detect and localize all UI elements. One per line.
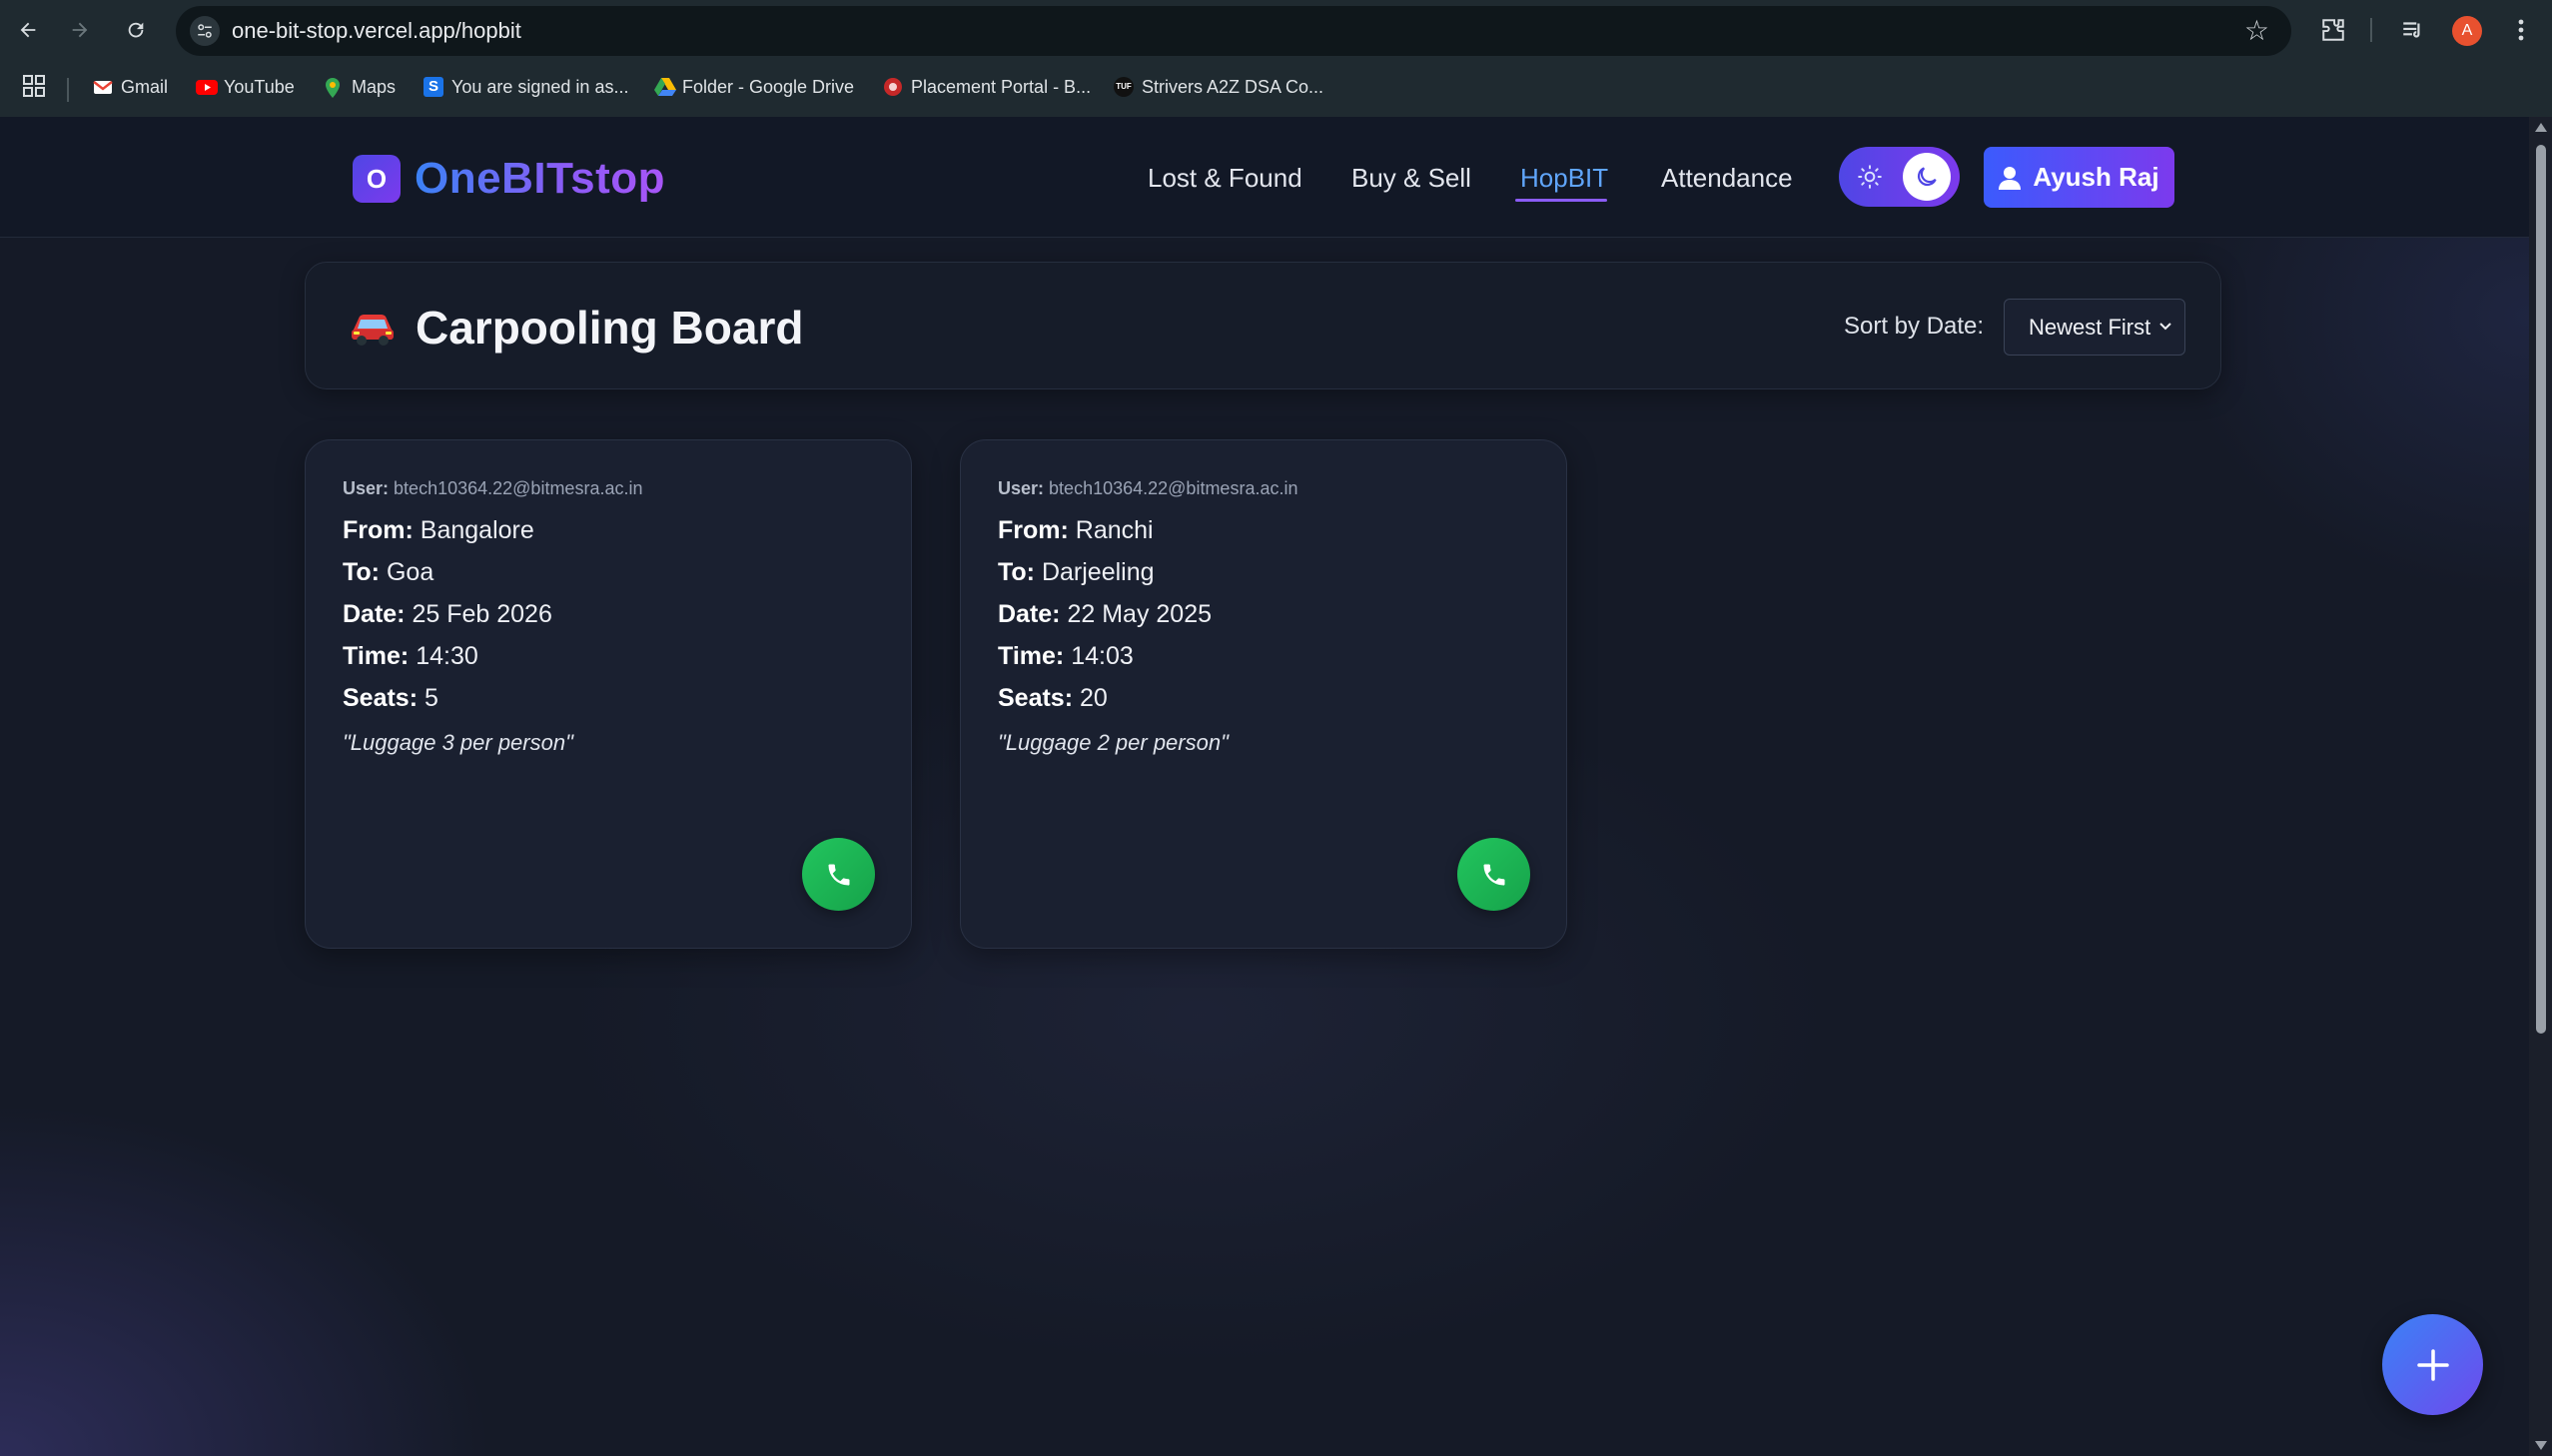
sort-select[interactable]: Newest First xyxy=(2004,299,2185,356)
drive-icon xyxy=(654,77,676,97)
bookmark-maps[interactable]: Maps xyxy=(324,72,396,102)
ride-to: To: Darjeeling xyxy=(998,558,1155,586)
site-navbar: O OneBITstop Lost & Found Buy & Sell Hop… xyxy=(0,117,2529,238)
ride-from: From: Ranchi xyxy=(998,516,1154,544)
nav-link-buy-sell[interactable]: Buy & Sell xyxy=(1351,163,1471,194)
bookmark-google-drive[interactable]: Folder - Google Drive xyxy=(654,72,854,102)
page-content: O OneBITstop Lost & Found Buy & Sell Hop… xyxy=(0,117,2529,1456)
ride-card: User: btech10364.22@bitmesra.ac.in From:… xyxy=(305,439,912,949)
bookmark-strivers[interactable]: TUF Strivers A2Z DSA Co... xyxy=(1114,72,1323,102)
phone-icon xyxy=(1483,864,1504,885)
scroll-up-icon[interactable] xyxy=(2535,123,2547,132)
active-nav-underline xyxy=(1515,199,1607,202)
bookmark-label: Folder - Google Drive xyxy=(682,76,855,97)
site-settings-icon[interactable] xyxy=(190,16,220,46)
browser-chrome: one-bit-stop.vercel.app/hopbit ☆ A Gmail… xyxy=(0,0,2552,117)
bookmark-label: Maps xyxy=(352,76,397,97)
back-icon[interactable] xyxy=(10,12,46,48)
board-title: Carpooling Board xyxy=(348,301,803,355)
address-bar[interactable]: one-bit-stop.vercel.app/hopbit ☆ xyxy=(176,6,2291,56)
bookmark-label: Gmail xyxy=(121,76,169,97)
media-controls-icon[interactable] xyxy=(2397,14,2429,46)
url-text[interactable]: one-bit-stop.vercel.app/hopbit xyxy=(232,18,521,44)
sun-icon xyxy=(1858,165,1882,189)
scroll-thumb[interactable] xyxy=(2536,145,2546,1034)
call-button[interactable] xyxy=(802,838,875,911)
ride-from: From: Bangalore xyxy=(343,516,534,544)
brand[interactable]: O OneBITstop xyxy=(353,154,665,204)
ride-card: User: btech10364.22@bitmesra.ac.in From:… xyxy=(960,439,1567,949)
ride-user: User: btech10364.22@bitmesra.ac.in xyxy=(998,478,1298,498)
youtube-icon xyxy=(196,77,218,97)
browser-toolbar: one-bit-stop.vercel.app/hopbit ☆ A xyxy=(0,0,2552,61)
call-button[interactable] xyxy=(1457,838,1530,911)
sort-label: Sort by Date: xyxy=(1844,313,1985,340)
chevron-down-icon xyxy=(2159,323,2171,331)
profile-avatar[interactable]: A xyxy=(2452,16,2482,46)
nav-link-hopbit[interactable]: HopBIT xyxy=(1520,163,1608,194)
browser-menu-icon[interactable] xyxy=(2505,14,2537,46)
theme-toggle[interactable] xyxy=(1839,147,1960,207)
tuf-icon: TUF xyxy=(1114,77,1134,97)
forward-icon[interactable] xyxy=(62,12,98,48)
ride-to: To: Goa xyxy=(343,558,434,586)
ride-user: User: btech10364.22@bitmesra.ac.in xyxy=(343,478,643,498)
nav-link-attendance[interactable]: Attendance xyxy=(1661,163,1793,194)
reload-icon[interactable] xyxy=(118,12,154,48)
bookmark-youtube[interactable]: YouTube xyxy=(196,72,295,102)
bookmarks-bar: Gmail YouTube Maps S You are signed in a… xyxy=(0,62,2552,117)
toolbar-divider xyxy=(2370,18,2372,42)
bookmark-label: YouTube xyxy=(224,76,295,97)
ride-time: Time: 14:30 xyxy=(343,642,478,670)
nav-link-lost-found[interactable]: Lost & Found xyxy=(1148,163,1302,194)
ride-date: Date: 22 May 2025 xyxy=(998,600,1213,628)
ride-date: Date: 25 Feb 2026 xyxy=(343,600,552,628)
apps-grid-icon[interactable] xyxy=(22,74,48,100)
car-icon xyxy=(352,315,394,346)
bookmark-label: Strivers A2Z DSA Co... xyxy=(1142,76,1324,97)
brand-name: OneBITstop xyxy=(415,154,666,203)
ride-seats: Seats: 20 xyxy=(998,684,1108,712)
gmail-icon xyxy=(93,77,113,97)
ride-note: "Luggage 2 per person" xyxy=(998,730,1229,755)
bookmark-placement-portal[interactable]: Placement Portal - B... xyxy=(883,72,1091,102)
user-profile-button[interactable]: Ayush Raj xyxy=(1984,147,2174,208)
maps-icon xyxy=(324,77,344,98)
bookmark-gmail[interactable]: Gmail xyxy=(93,72,168,102)
user-name: Ayush Raj xyxy=(2033,162,2159,192)
scroll-down-icon[interactable] xyxy=(2535,1441,2547,1450)
sort-selected-value: Newest First xyxy=(2029,314,2151,340)
bookmark-signed-in[interactable]: S You are signed in as... xyxy=(424,72,628,102)
page-title: Carpooling Board xyxy=(416,302,804,354)
bookmark-star-icon[interactable]: ☆ xyxy=(2244,16,2269,46)
ride-seats: Seats: 5 xyxy=(343,684,438,712)
user-icon xyxy=(1999,166,2022,190)
plus-icon xyxy=(2416,1348,2449,1381)
add-ride-button[interactable] xyxy=(2382,1314,2483,1415)
ride-note: "Luggage 3 per person" xyxy=(343,730,573,755)
extensions-icon[interactable] xyxy=(2317,14,2349,46)
bookmarks-divider xyxy=(67,78,69,102)
ride-time: Time: 14:03 xyxy=(998,642,1134,670)
brand-logo-icon: O xyxy=(353,155,401,203)
bookmark-label: You are signed in as... xyxy=(451,76,629,97)
board-header: Carpooling Board Sort by Date: Newest Fi… xyxy=(305,262,2221,389)
s-icon: S xyxy=(424,77,443,97)
page-scrollbar[interactable] xyxy=(2529,117,2552,1456)
moon-icon xyxy=(1903,153,1951,201)
portal-icon xyxy=(883,77,903,97)
phone-icon xyxy=(828,864,849,885)
bookmark-label: Placement Portal - B... xyxy=(911,76,1092,97)
